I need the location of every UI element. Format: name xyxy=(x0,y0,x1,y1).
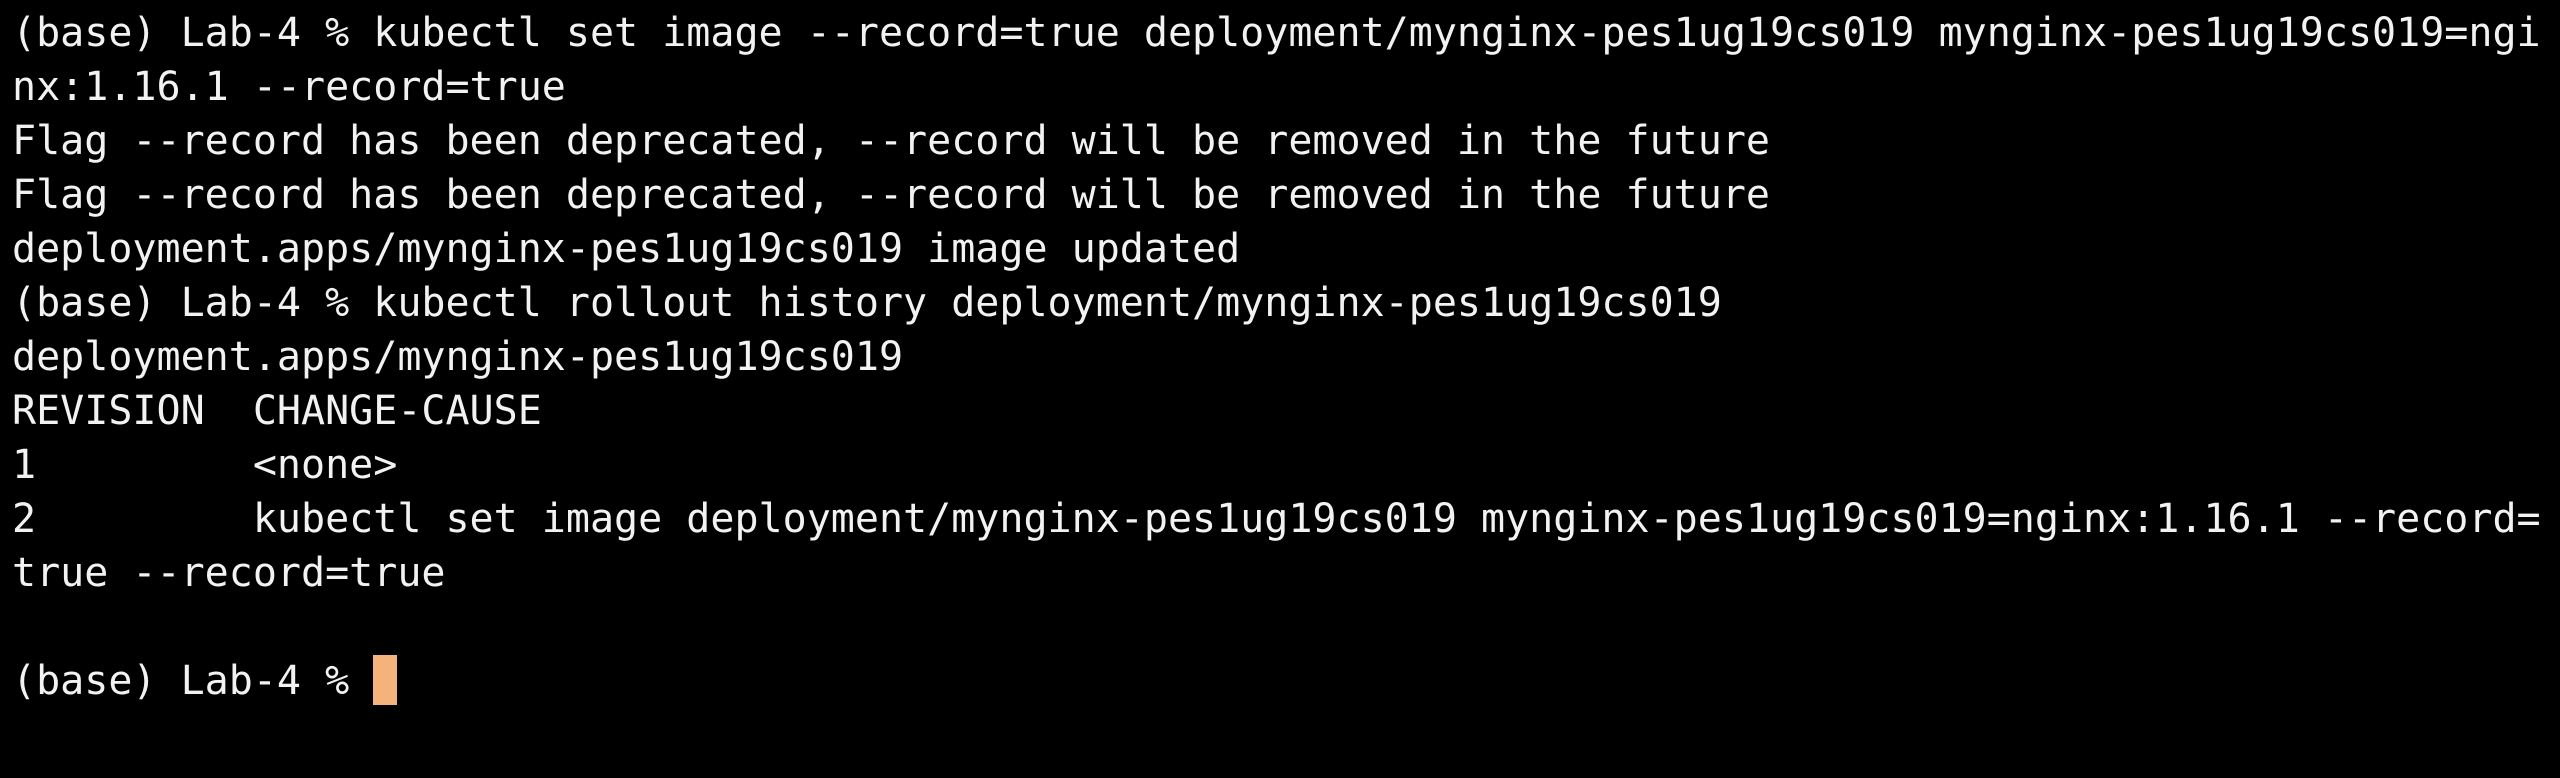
terminal-line: Flag --record has been deprecated, --rec… xyxy=(12,118,1770,164)
terminal-line: deployment.apps/mynginx-pes1ug19cs019 xyxy=(12,334,904,380)
prompt-line[interactable]: (base) Lab-4 % xyxy=(12,654,2560,708)
terminal-line: (base) Lab-4 % kubectl set image --recor… xyxy=(12,10,2541,56)
terminal-line: (base) Lab-4 % kubectl rollout history d… xyxy=(12,280,1722,326)
terminal-line: 2 kubectl set image deployment/mynginx-p… xyxy=(12,496,2541,542)
terminal-line: 1 <none> xyxy=(12,442,398,488)
terminal-line: REVISION CHANGE-CAUSE xyxy=(12,388,542,434)
text-cursor xyxy=(373,655,398,705)
terminal-line: nx:1.16.1 --record=true xyxy=(12,64,566,110)
shell-prompt: (base) Lab-4 % xyxy=(12,658,374,704)
terminal-line: deployment.apps/mynginx-pes1ug19cs019 im… xyxy=(12,226,1241,272)
terminal-window[interactable]: (base) Lab-4 % kubectl set image --recor… xyxy=(0,0,2560,778)
terminal-line: Flag --record has been deprecated, --rec… xyxy=(12,172,1770,218)
terminal-line: true --record=true xyxy=(12,550,446,596)
